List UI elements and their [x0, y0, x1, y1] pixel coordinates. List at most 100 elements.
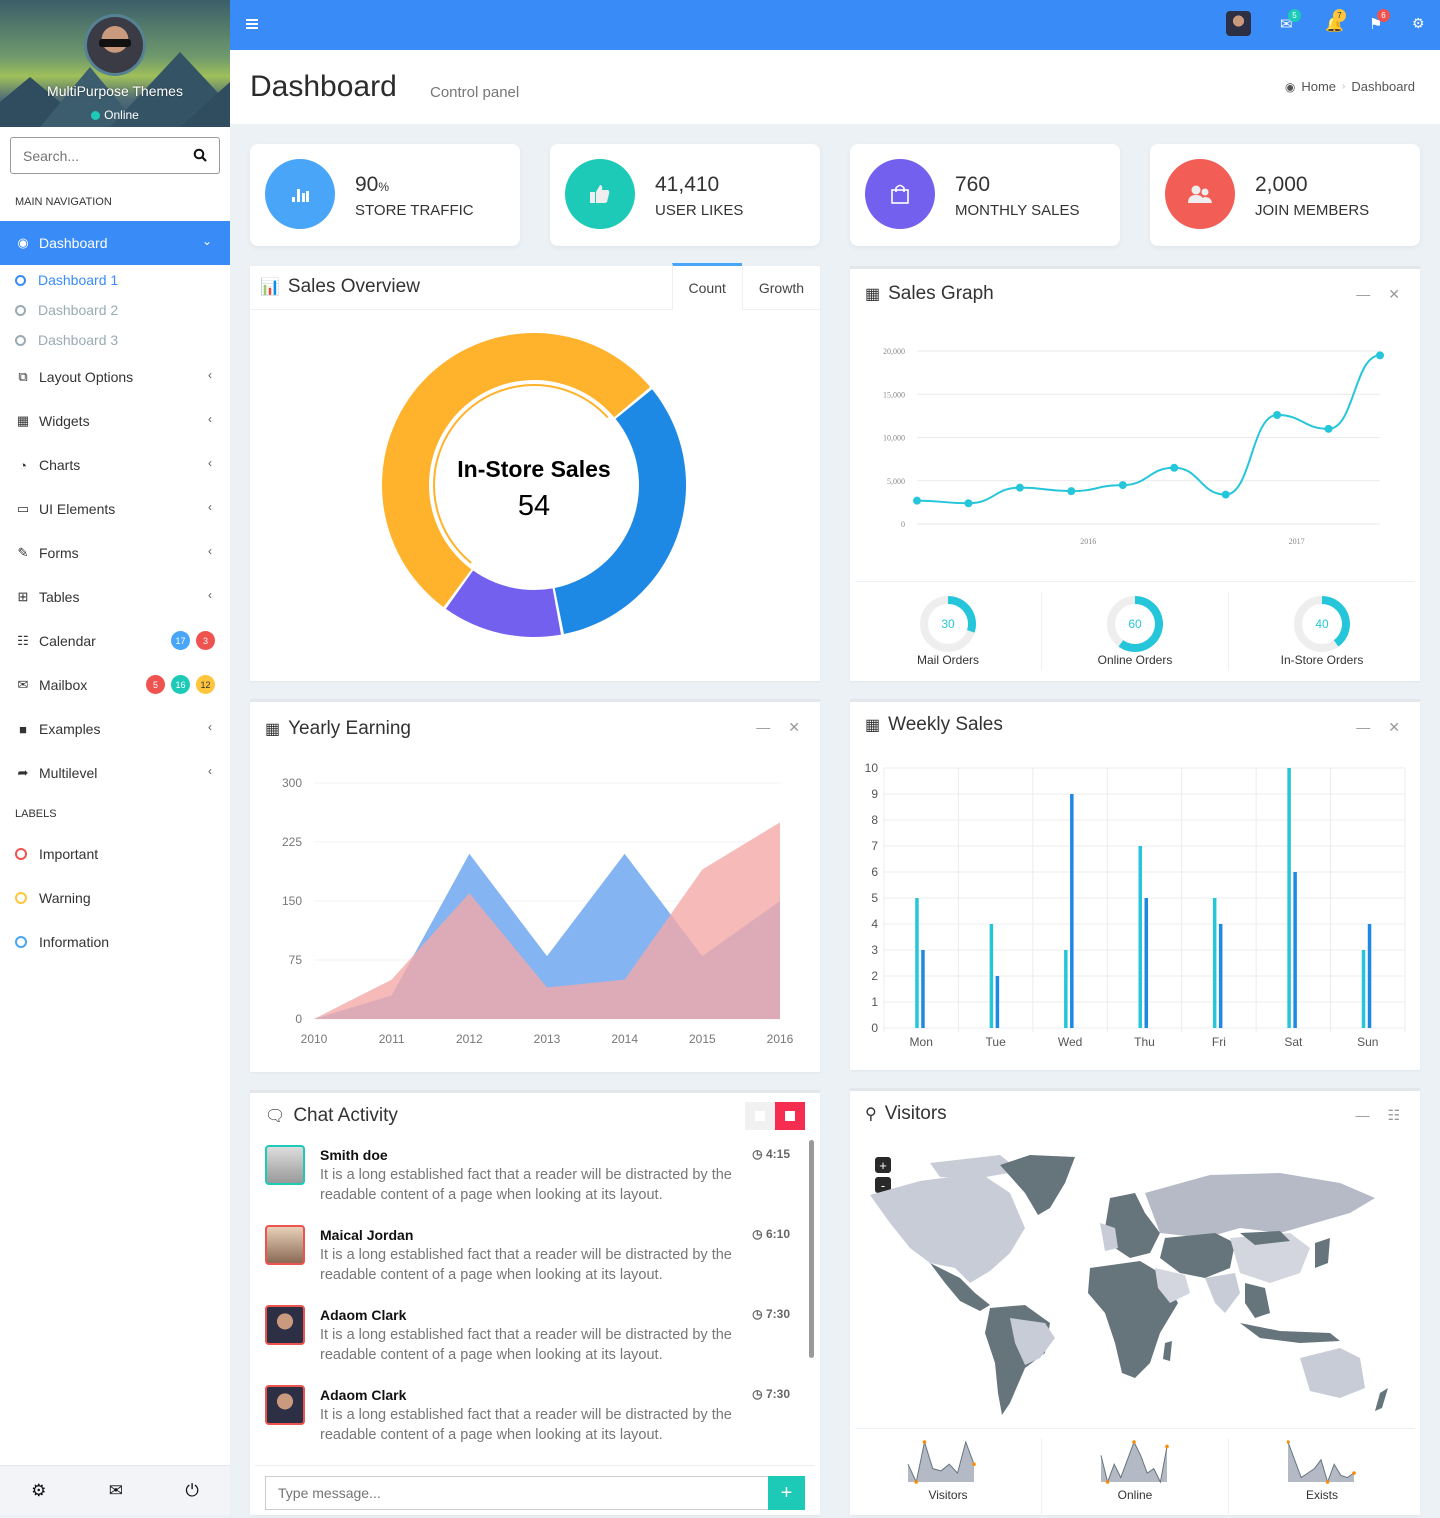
- sidebar-item-ui-elements[interactable]: ▭ UI Elements ‹: [0, 487, 230, 531]
- close-icon[interactable]: ✕: [788, 719, 800, 736]
- chat-message: Maical Jordan ◷ 6:10 It is a long establ…: [265, 1225, 800, 1305]
- bar[interactable]: [1287, 768, 1291, 1028]
- bar[interactable]: [1144, 898, 1149, 1028]
- bar[interactable]: [989, 924, 994, 1028]
- bar[interactable]: [1361, 950, 1366, 1028]
- data-point[interactable]: [1118, 481, 1127, 490]
- label-warning[interactable]: Warning: [0, 878, 230, 918]
- map-region-russia: [1145, 1173, 1375, 1238]
- data-point[interactable]: [964, 499, 973, 508]
- data-point[interactable]: [1376, 351, 1384, 360]
- user-avatar[interactable]: [84, 14, 146, 76]
- toggle-off-button[interactable]: [745, 1102, 775, 1130]
- sidebar-item-widgets[interactable]: ▦ Widgets ‹: [0, 399, 230, 443]
- laptop-icon: ▭: [16, 501, 30, 516]
- sidebar-subitem-dashboard-3[interactable]: Dashboard 3: [0, 325, 230, 355]
- minimize-icon[interactable]: —: [1356, 719, 1370, 736]
- top-navbar: ✉ 5 🔔 7 ⚑ 6 ⚙: [230, 0, 1440, 50]
- sidebar-item-examples[interactable]: ■ Examples ‹: [0, 707, 230, 751]
- user-name: MultiPurpose Themes: [47, 83, 183, 99]
- bar[interactable]: [1218, 924, 1223, 1028]
- sidebar-item-forms[interactable]: ✎ Forms ‹: [0, 531, 230, 575]
- tab-growth[interactable]: Growth: [741, 266, 820, 310]
- users-icon: [1165, 159, 1235, 229]
- chat-sender: Adaom Clark: [320, 1387, 407, 1403]
- label-text: Information: [39, 934, 110, 950]
- y-tick-label: 0: [295, 1012, 302, 1026]
- chat-scrollbar[interactable]: [809, 1140, 814, 1358]
- label-information[interactable]: Information: [0, 922, 230, 962]
- tab-count[interactable]: Count: [671, 263, 742, 310]
- data-point[interactable]: [1221, 490, 1230, 499]
- data-point[interactable]: [913, 496, 921, 505]
- x-tick-label: 2016: [767, 1032, 794, 1046]
- sidebar: MultiPurpose Themes Online MAIN NAVIGATI…: [0, 0, 230, 1515]
- sidebar-item-mailbox[interactable]: ✉ Mailbox 5 16 12: [0, 663, 230, 707]
- box-title-text: Chat Activity: [293, 1105, 398, 1126]
- hamburger-menu-icon[interactable]: [246, 19, 258, 29]
- sidebar-item-dashboard[interactable]: ◉ Dashboard ⌄: [0, 221, 230, 265]
- bar[interactable]: [921, 950, 925, 1028]
- data-point[interactable]: [1324, 424, 1333, 433]
- labels-header: LABELS: [15, 808, 57, 820]
- data-point[interactable]: [1015, 483, 1024, 492]
- sparkline-point: [922, 1440, 927, 1444]
- calendar-icon[interactable]: ☷: [1387, 1107, 1400, 1124]
- bar-chart-icon: 📊: [260, 279, 280, 296]
- sidebar-item-label: UI Elements: [39, 501, 116, 517]
- user-avatar-small[interactable]: [1226, 11, 1251, 36]
- send-message-button[interactable]: +: [768, 1476, 805, 1510]
- y-tick-label: 75: [289, 953, 303, 967]
- map-marker-icon: ⚲: [865, 1106, 877, 1123]
- world-map[interactable]: [860, 1153, 1420, 1423]
- circle-icon: [15, 274, 26, 286]
- sidebar-item-calendar[interactable]: ☷ Calendar 17 3: [0, 619, 230, 663]
- search-icon[interactable]: [193, 148, 207, 162]
- bar[interactable]: [1212, 898, 1217, 1028]
- sidebar-item-tables[interactable]: ⊞ Tables ‹: [0, 575, 230, 619]
- label-important[interactable]: Important: [0, 834, 230, 874]
- minimize-icon[interactable]: —: [1355, 1107, 1369, 1124]
- sidebar-item-charts[interactable]: ◔ Charts ‹: [0, 443, 230, 487]
- sparkline-label: Visitors: [928, 1488, 968, 1502]
- sidebar-item-layout-options[interactable]: ⧉ Layout Options ‹: [0, 355, 230, 399]
- bar[interactable]: [1367, 924, 1372, 1028]
- bar[interactable]: [1293, 872, 1297, 1028]
- box-title: 📊 Sales Overview: [260, 276, 420, 298]
- bar[interactable]: [915, 898, 919, 1028]
- clock-icon: ◷: [752, 1387, 766, 1401]
- message-input[interactable]: [266, 1477, 766, 1509]
- close-icon[interactable]: ✕: [1388, 286, 1400, 303]
- data-point[interactable]: [1273, 411, 1282, 420]
- envelope-icon[interactable]: ✉: [109, 1481, 123, 1501]
- shopping-bag-icon: [865, 159, 935, 229]
- badge: 5: [146, 675, 165, 694]
- gear-icon[interactable]: ⚙: [1412, 15, 1425, 32]
- toggle-on-button[interactable]: [775, 1102, 805, 1130]
- gauge-label: Online Orders: [1097, 653, 1173, 667]
- search-input[interactable]: [11, 138, 181, 173]
- bar[interactable]: [1070, 794, 1074, 1028]
- order-gauges: 30 Mail Orders 60 Online Orders 40 In-Store…: [855, 581, 1415, 671]
- data-point[interactable]: [1067, 487, 1076, 496]
- gear-icon[interactable]: ⚙: [31, 1481, 46, 1501]
- sidebar-subitem-dashboard-1[interactable]: Dashboard 1: [0, 265, 230, 295]
- data-point[interactable]: [1170, 463, 1179, 472]
- sidebar-item-multilevel[interactable]: ➦ Multilevel ‹: [0, 751, 230, 795]
- x-tick-label: 2013: [534, 1032, 561, 1046]
- minimize-icon[interactable]: —: [756, 719, 770, 736]
- bar[interactable]: [995, 976, 1000, 1028]
- minimize-icon[interactable]: —: [1356, 286, 1370, 303]
- bar[interactable]: [1138, 846, 1143, 1028]
- chat-time-text: 7:30: [765, 1307, 790, 1321]
- gauge-value: 60: [1128, 617, 1142, 631]
- sidebar-item-label: Examples: [39, 721, 101, 737]
- breadcrumb-home[interactable]: Home: [1301, 79, 1336, 94]
- close-icon[interactable]: ✕: [1388, 719, 1400, 736]
- bar[interactable]: [1064, 950, 1068, 1028]
- sparkline-point: [1325, 1480, 1330, 1484]
- sidebar-subitem-dashboard-2[interactable]: Dashboard 2: [0, 295, 230, 325]
- user-status-text: Online: [104, 108, 139, 122]
- comments-icon: 🗨: [265, 1108, 286, 1125]
- power-icon[interactable]: ⏻: [185, 1481, 198, 1501]
